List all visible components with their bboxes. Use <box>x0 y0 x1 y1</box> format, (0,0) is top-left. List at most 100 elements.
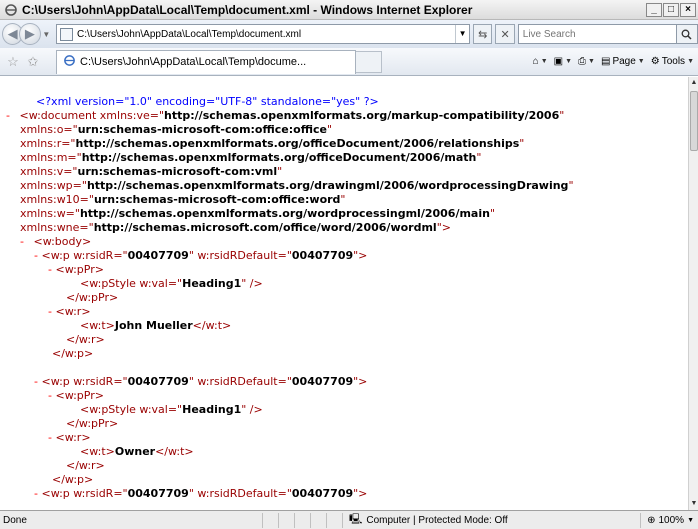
forward-button[interactable]: ▶ <box>19 23 41 45</box>
zoom-dropdown-icon[interactable]: ▼ <box>687 517 694 524</box>
ns-attr: xmlns:wp=" <box>20 179 87 192</box>
rsid-value: 00407709 <box>127 375 189 388</box>
feeds-button[interactable]: ▣ ▼ <box>554 56 572 67</box>
security-zone[interactable]: 🖳 Computer | Protected Mode: Off <box>342 512 592 528</box>
run-open-line: - <w:r> <box>48 431 91 445</box>
collapse-toggle[interactable]: - <box>34 375 38 388</box>
ns-attr: xmlns:w=" <box>20 207 80 220</box>
page-icon <box>60 27 74 41</box>
r-open: <w:r> <box>55 431 91 444</box>
zoom-label: 100% <box>658 514 685 526</box>
collapse-toggle[interactable]: - <box>34 249 38 262</box>
page-menu[interactable]: ▤ Page ▼ <box>601 56 645 67</box>
p-open-b: " w:rsidRDefault=" <box>188 249 292 262</box>
scroll-thumb[interactable] <box>690 91 698 151</box>
ie-logo-icon <box>3 2 19 18</box>
ppr-open-line: - <w:pPr> <box>48 389 104 403</box>
stop-button[interactable]: ✕ <box>495 24 515 44</box>
computer-icon: 🖳 <box>349 513 363 525</box>
ppr-close: </w:pPr> <box>66 291 119 304</box>
r-close: </w:r> <box>66 459 105 472</box>
pstyle-value: Heading1 <box>182 403 242 416</box>
collapse-toggle[interactable]: - <box>48 305 52 318</box>
namespace-line: xmlns:w10="urn:schemas-microsoft-com:off… <box>20 193 345 207</box>
paragraph-open: - <w:p w:rsidR="00407709" w:rsidRDefault… <box>34 375 367 389</box>
namespace-line: xmlns:v="urn:schemas-microsoft-com:vml" <box>20 165 282 179</box>
history-dropdown[interactable]: ▼ <box>41 30 53 39</box>
ns-attr: xmlns:o=" <box>20 123 78 136</box>
collapse-toggle[interactable]: - <box>48 431 52 444</box>
tab-label: C:\Users\John\AppData\Local\Temp\docume.… <box>80 56 307 68</box>
search-icon <box>681 29 692 40</box>
p-open-c: "> <box>353 375 368 388</box>
xml-content-pane: <?xml version="1.0" encoding="UTF-8" sta… <box>0 77 688 510</box>
refresh-icon: ⇆ <box>478 28 488 41</box>
ns-value: http://schemas.openxmlformats.org/office… <box>81 151 477 164</box>
collapse-toggle[interactable]: - <box>20 235 24 248</box>
ppr-close-line: </w:pPr> <box>66 417 118 431</box>
xml-document-open: - <w:document xmlns:ve="http://schemas.o… <box>6 109 565 122</box>
add-favorites-icon[interactable]: ✩ <box>24 54 42 70</box>
namespace-line: xmlns:w="http://schemas.openxmlformats.o… <box>20 207 495 221</box>
print-button[interactable]: ⎙ ▼ <box>578 56 595 67</box>
p-close: </w:p> <box>52 473 94 486</box>
gear-icon: ⚙ <box>650 56 660 67</box>
body-open-tag: <w:body> <box>33 235 92 248</box>
collapse-toggle[interactable]: - <box>34 487 38 500</box>
page-menu-label: Page <box>612 56 636 67</box>
status-segment <box>278 512 294 528</box>
tab-document[interactable]: C:\Users\John\AppData\Local\Temp\docume.… <box>56 49 356 74</box>
tab-toolbar: ☆ ✩ C:\Users\John\AppData\Local\Temp\doc… <box>0 48 698 76</box>
zoom-control[interactable]: ⊕ 100% ▼ <box>640 512 698 528</box>
collapse-toggle[interactable]: - <box>48 263 52 276</box>
pstyle-a: <w:pStyle w:val=" <box>80 403 183 416</box>
address-field[interactable]: C:\Users\John\AppData\Local\Temp\documen… <box>56 24 471 44</box>
refresh-button[interactable]: ⇆ <box>473 24 493 44</box>
minimize-button[interactable]: _ <box>646 2 662 17</box>
ns-end: "> <box>436 221 451 234</box>
scroll-up-icon[interactable]: ▲ <box>689 77 698 89</box>
ppr-close-line: </w:pPr> <box>66 291 118 305</box>
tools-menu[interactable]: ⚙ Tools ▼ <box>651 56 694 67</box>
doc-open-tag: <w:document xmlns:ve=" <box>19 109 165 122</box>
search-input[interactable] <box>517 24 677 44</box>
ns-end: " <box>340 193 346 206</box>
status-segment <box>310 512 326 528</box>
pstyle-line: <w:pStyle w:val="Heading1" /> <box>80 403 263 417</box>
ns-value: urn:schemas-microsoft-com:vml <box>77 165 278 178</box>
maximize-button[interactable]: □ <box>663 2 679 17</box>
t-open: <w:t> <box>80 445 115 458</box>
favorites-star-icon[interactable]: ☆ <box>4 54 22 70</box>
run-text: Owner <box>114 445 156 458</box>
ns-attr: xmlns:r=" <box>20 137 76 150</box>
ns-attr: xmlns:v=" <box>20 165 78 178</box>
run-close-line: </w:r> <box>66 459 105 473</box>
namespace-line: xmlns:wp="http://schemas.openxmlformats.… <box>20 179 574 193</box>
rsid-value: 00407709 <box>291 487 354 500</box>
ns-attr: xmlns:m=" <box>20 151 82 164</box>
paragraph-close: </w:p> <box>52 473 93 487</box>
namespace-line: xmlns:r="http://schemas.openxmlformats.o… <box>20 137 524 151</box>
namespace-line: xmlns:o="urn:schemas-microsoft-com:offic… <box>20 123 332 137</box>
ns-value: http://schemas.openxmlformats.org/office… <box>75 137 520 150</box>
status-bar: Done 🖳 Computer | Protected Mode: Off ⊕ … <box>0 510 698 529</box>
address-dropdown-icon[interactable]: ▼ <box>455 25 469 43</box>
vertical-scrollbar[interactable]: ▲ ▼ <box>688 77 698 510</box>
collapse-toggle[interactable]: - <box>6 109 10 122</box>
address-toolbar: ◀ ▶ ▼ C:\Users\John\AppData\Local\Temp\d… <box>0 20 698 48</box>
new-tab-button[interactable] <box>356 50 382 73</box>
p-open-c: "> <box>353 249 368 262</box>
paragraph-open: - <w:p w:rsidR="00407709" w:rsidRDefault… <box>34 487 367 501</box>
scroll-down-icon[interactable]: ▼ <box>689 498 698 510</box>
search-button[interactable] <box>676 24 698 44</box>
home-button[interactable]: ⌂ ▼ <box>533 56 548 67</box>
close-button[interactable]: × <box>680 2 696 17</box>
print-icon: ⎙ <box>578 56 587 67</box>
collapse-toggle[interactable]: - <box>48 389 52 402</box>
paragraph-open: - <w:p w:rsidR="00407709" w:rsidRDefault… <box>34 249 367 263</box>
run-close-line: </w:r> <box>66 333 105 347</box>
ns-value: http://schemas.microsoft.com/office/word… <box>93 221 437 234</box>
ns-value: urn:schemas-microsoft-com:office:word <box>93 193 341 206</box>
p-open-b: " w:rsidRDefault=" <box>188 375 292 388</box>
p-open-a: <w:p w:rsidR=" <box>41 375 128 388</box>
